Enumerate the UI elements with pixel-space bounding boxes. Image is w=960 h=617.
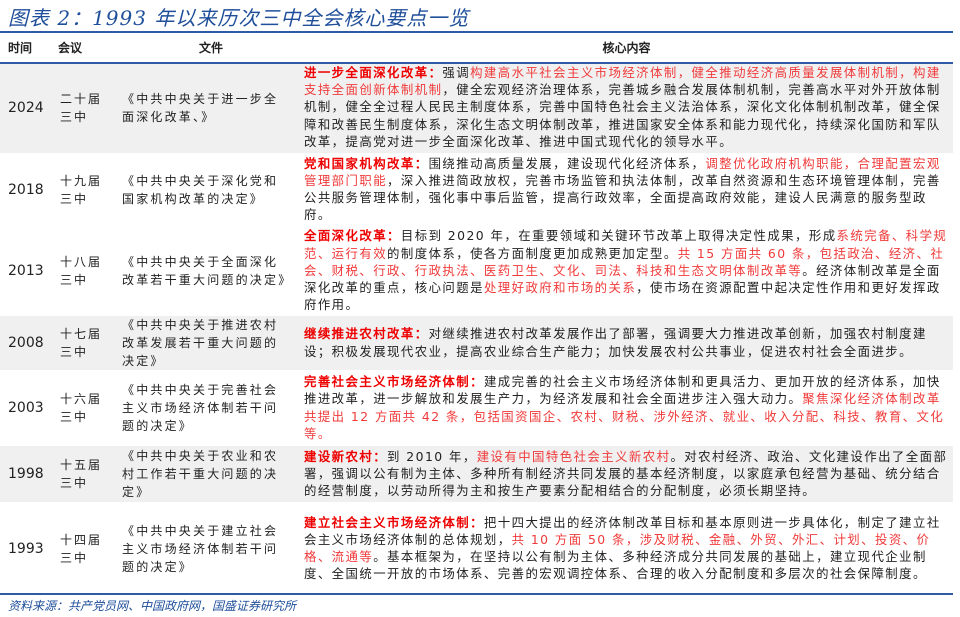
row-file: 《中共中央关于推进农村改革发展若干重大问题的决定》 [122,316,300,370]
table-row: 2013 十八届三中 《中共中央关于全面深化改革若干重大问题的决定》 全面深化改革：目… [0,226,953,316]
row-file: 《中共中央关于完善社会主义市场经济体制若干问题的决定》 [122,383,279,433]
row-content: 建设新农村：到 2010 年，建设有中国特色社会主义新农村。对农村经济、政治、文… [300,446,953,502]
content-text: 围绕推动高质量发展，建设现代化经济体系， [428,155,706,171]
row-content: 进一步全面深化改革：强调构建高水平社会主义市场经济体制，健全推动经济高质量发展体… [300,62,953,153]
content-text: 的制度体系，使各方面制度更加成熟更加定型。 [387,245,678,261]
row-meeting: 十四届三中 [60,532,103,565]
row-meeting-cell: 十七届三中 [58,316,122,370]
row-meeting: 十七届三中 [60,327,103,359]
table-row: 1993 十四届三中 《中共中央关于建立社会主义市场经济体制若干问题的决定》 建立社会… [0,502,953,595]
header-bottom-rule [0,62,953,64]
table-row: 2024 二十届三中 《中共中央关于进一步全面深化改革、》 进一步全面深化改革：强调构… [0,62,953,153]
row-year: 2013 [8,263,44,279]
content-heading: 全面深化改革： [304,228,401,244]
content-heading: 继续推进农村改革： [304,326,429,342]
row-meeting-cell: 十八届三中 [58,226,122,316]
row-file: 《中共中央关于全面深化改革若干重大问题的决定》 [122,255,293,287]
row-year: 2003 [8,400,44,416]
row-meeting: 十八届三中 [60,255,103,287]
row-content: 继续推进农村改革：对继续推进农村改革发展作出了部署，强调要大力推进改革创新，加强… [300,316,953,370]
row-content: 完善社会主义市场经济体制：建成完善的社会主义市场经济体制和更具活力、更加开放的经… [300,370,953,446]
header-time: 时间 [8,41,33,55]
row-content: 党和国家机构改革：围绕推动高质量发展，建设现代化经济体系，调整优化政府机构职能，… [300,153,953,226]
source-note: 资料来源：共产党员网、中国政府网，国盛证券研究所 [8,599,297,613]
content-heading: 建立社会主义市场经济体制： [304,514,484,530]
row-file: 《中共中央关于进一步全面深化改革、》 [122,62,300,153]
table-row: 1998 十五届三中 《中共中央关于农业和农村工作若干重大问题的决定》 建设新农村：到… [0,446,953,502]
row-year: 1993 [8,540,44,557]
row-meeting-cell: 十九届三中 [58,153,122,226]
table-header-row: 时间 会议 文件 核心内容 [0,33,953,62]
header-file: 文件 [198,41,223,55]
header-meeting: 会议 [58,41,83,55]
row-file: 《中共中央关于农业和农村工作若干重大问题的决定》 [122,446,300,502]
row-meeting: 十九届三中 [60,173,103,206]
third-plenum-table: 时间 会议 文件 核心内容 2024 二十届三中 《中共中央关于进一步全面深化改革、… [0,33,953,595]
row-year: 2008 [0,316,58,370]
row-year: 2018 [8,181,44,198]
row-content: 全面深化改革：目标到 2020 年，在重要领域和关键环节改革上取得决定性成果，形… [300,226,953,316]
content-highlight: 建设有中国特色社会主义新农村 [476,448,671,464]
row-content: 建立社会主义市场经济体制：把十四大提出的经济体制改革目标和基本原则进一步具体化，… [300,502,953,595]
content-heading: 建设新农村： [304,448,388,464]
content-heading: 党和国家机构改革： [304,155,429,171]
content-highlight: 处理好政府和市场的关系 [483,280,637,296]
table-bottom-rule [0,593,953,595]
table-row: 2008 十七届三中 《中共中央关于推进农村改革发展若干重大问题的决定》 继续推进农村… [0,316,953,370]
content-heading: 完善社会主义市场经济体制： [304,374,484,390]
row-meeting-cell: 二十届三中 [58,62,122,153]
table-row: 2018 十九届三中 《中共中央关于深化党和国家机构改革的决定》 党和国家机构改革：围… [0,153,953,226]
content-text: 目标到 2020 年，在重要领域和关键环节改革上取得决定性成果，形成 [400,228,837,244]
content-text: 到 2010 年， [387,448,477,464]
row-meeting-cell: 十五届三中 [58,446,122,502]
row-year: 2024 [0,62,58,153]
row-meeting: 十六届三中 [60,392,103,424]
table-row: 2003 十六届三中 《中共中央关于完善社会主义市场经济体制若干问题的决定》 完善社会… [0,370,953,446]
row-meeting: 十五届三中 [60,458,103,490]
figure-title: 图表 2：1993 年以来历次三中全会核心要点一览 [8,6,470,30]
row-file: 《中共中央关于深化党和国家机构改革的决定》 [122,173,279,206]
content-text: ，深入推进简政放权，完善市场监管和执法体制，改革自然资源和生态环境管理体制，完善… [304,172,941,223]
row-meeting-cell: 十六届三中 [58,370,122,446]
row-file: 《中共中央关于建立社会主义市场经济体制若干问题的决定》 [122,523,279,574]
content-text: 强调 [442,64,471,80]
row-year: 1998 [0,446,58,502]
content-heading: 进一步全面深化改革： [304,64,443,80]
header-content: 核心内容 [602,41,651,55]
row-meeting: 二十届三中 [60,91,103,124]
row-meeting-cell: 十四届三中 [58,502,122,595]
content-text: 。基本框架为，在坚持以公有制为主体、多种经济成分共同发展的基础上，建立现代企业制… [304,549,927,582]
